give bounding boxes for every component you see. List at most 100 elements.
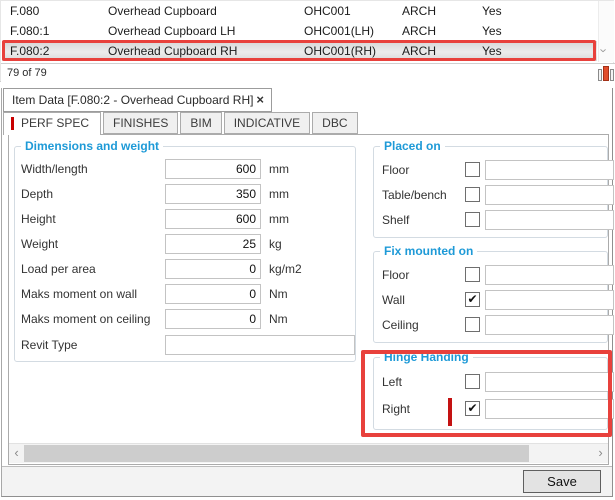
field-row: Weight kg xyxy=(21,234,351,254)
checkbox-label: Left xyxy=(382,375,402,389)
placed-floor-field[interactable] xyxy=(485,160,614,180)
cell-flag: Yes xyxy=(482,21,502,41)
tab-perf-spec[interactable]: PERF SPEC xyxy=(3,112,101,135)
checkbox-row: Left xyxy=(382,372,602,392)
placed-shelf-checkbox[interactable] xyxy=(465,212,480,227)
checkbox-label: Wall xyxy=(382,293,405,307)
table-row[interactable]: F.080:1 Overhead Cupboard LH OHC001(LH) … xyxy=(2,21,597,41)
field-row: Height mm xyxy=(21,209,351,229)
table-row-selected[interactable]: F.080:2 Overhead Cupboard RH OHC001(RH) … xyxy=(2,41,597,61)
book-icon-right xyxy=(610,69,614,81)
vertical-scrollbar[interactable]: › xyxy=(598,1,614,62)
save-button[interactable]: Save xyxy=(523,470,601,493)
checkbox-row: Right xyxy=(382,399,602,419)
subtab-bar: PERF SPEC FINISHES BIM INDICATIVE DBC xyxy=(3,112,360,135)
moment-ceiling-input[interactable] xyxy=(165,309,261,329)
checkbox-label: Floor xyxy=(382,163,409,177)
doc-tab-title: Item Data [F.080:2 - Overhead Cupboard R… xyxy=(12,93,253,107)
field-label: Depth xyxy=(21,187,53,201)
field-row: Load per area kg/m2 xyxy=(21,259,351,279)
group-title: Dimensions and weight xyxy=(21,139,163,153)
unit-label: kg/m2 xyxy=(269,262,302,276)
scroll-right-icon[interactable]: › xyxy=(593,444,608,463)
perf-spec-content: Dimensions and weight Width/length mm De… xyxy=(8,134,609,465)
placed-shelf-field[interactable] xyxy=(485,210,614,230)
field-row: Depth mm xyxy=(21,184,351,204)
field-label: Maks moment on wall xyxy=(21,287,137,301)
table-row[interactable]: F.080 Overhead Cupboard OHC001 ARCH Yes xyxy=(2,1,597,21)
tab-dbc[interactable]: DBC xyxy=(312,112,357,134)
cell-discipline: ARCH xyxy=(402,21,436,41)
record-count: 79 of 79 xyxy=(7,67,47,79)
unit-label: mm xyxy=(269,212,289,226)
moment-wall-input[interactable] xyxy=(165,284,261,304)
fix-wall-field[interactable] xyxy=(485,290,614,310)
placed-table-bench-field[interactable] xyxy=(485,185,614,205)
fix-ceiling-field[interactable] xyxy=(485,315,614,335)
tab-bim[interactable]: BIM xyxy=(180,112,221,134)
book-icon[interactable] xyxy=(598,65,614,82)
hinge-right-checkbox[interactable] xyxy=(465,401,480,416)
height-input[interactable] xyxy=(165,209,261,229)
cell-code: F.080 xyxy=(10,1,39,21)
unit-label: kg xyxy=(269,237,282,251)
cell-name: Overhead Cupboard LH xyxy=(108,21,235,41)
checkbox-label: Right xyxy=(382,402,410,416)
checkbox-label: Shelf xyxy=(382,213,409,227)
cell-code: F.080:2 xyxy=(10,41,49,61)
revit-type-input[interactable] xyxy=(165,335,355,355)
item-data-panel: Item Data [F.080:2 - Overhead Cupboard R… xyxy=(1,88,613,497)
book-icon-left xyxy=(598,69,602,81)
width-length-input[interactable] xyxy=(165,159,261,179)
status-bar: 79 of 79 xyxy=(1,63,615,83)
field-label: Maks moment on ceiling xyxy=(21,312,150,326)
field-label: Revit Type xyxy=(21,338,77,352)
scroll-left-icon[interactable]: ‹ xyxy=(9,444,24,463)
annotation-marker-right-checkbox xyxy=(448,398,452,426)
close-icon[interactable]: × xyxy=(256,89,264,111)
chevron-down-icon[interactable]: › xyxy=(597,48,612,52)
scrollbar-thumb[interactable] xyxy=(24,445,529,462)
cell-discipline: ARCH xyxy=(402,41,436,61)
group-hinge-handing: Hinge Handing Left Right xyxy=(373,357,608,430)
cell-product: OHC001 xyxy=(304,1,351,21)
fix-ceiling-checkbox[interactable] xyxy=(465,317,480,332)
group-fix-mounted-on: Fix mounted on Floor Wall Ceiling xyxy=(373,251,608,343)
cell-flag: Yes xyxy=(482,41,502,61)
cell-code: F.080:1 xyxy=(10,21,49,41)
hinge-left-checkbox[interactable] xyxy=(465,374,480,389)
hinge-right-field[interactable] xyxy=(485,399,614,419)
unit-label: mm xyxy=(269,187,289,201)
checkbox-label: Table/bench xyxy=(382,188,447,202)
checkbox-row: Floor xyxy=(382,160,602,180)
item-data-doc-tab[interactable]: Item Data [F.080:2 - Overhead Cupboard R… xyxy=(3,88,272,112)
hinge-left-field[interactable] xyxy=(485,372,614,392)
placed-floor-checkbox[interactable] xyxy=(465,162,480,177)
cell-product: OHC001(LH) xyxy=(304,21,374,41)
fix-floor-field[interactable] xyxy=(485,265,614,285)
field-row: Maks moment on ceiling Nm xyxy=(21,309,351,329)
group-title: Placed on xyxy=(380,139,445,153)
cell-name: Overhead Cupboard RH xyxy=(108,41,237,61)
checkbox-label: Floor xyxy=(382,268,409,282)
fix-floor-checkbox[interactable] xyxy=(465,267,480,282)
depth-input[interactable] xyxy=(165,184,261,204)
unit-label: mm xyxy=(269,162,289,176)
tab-finishes[interactable]: FINISHES xyxy=(103,112,178,134)
checkbox-row: Shelf xyxy=(382,210,602,230)
checkbox-row: Wall xyxy=(382,290,602,310)
field-row: Width/length mm xyxy=(21,159,351,179)
fix-wall-checkbox[interactable] xyxy=(465,292,480,307)
tab-indicative[interactable]: INDICATIVE xyxy=(224,112,310,134)
group-placed-on: Placed on Floor Table/bench Shelf xyxy=(373,146,608,238)
load-per-area-input[interactable] xyxy=(165,259,261,279)
item-list-panel: F.080 Overhead Cupboard OHC001 ARCH Yes … xyxy=(0,0,614,82)
weight-input[interactable] xyxy=(165,234,261,254)
book-icon-center xyxy=(603,66,609,81)
placed-table-bench-checkbox[interactable] xyxy=(465,187,480,202)
cell-name: Overhead Cupboard xyxy=(108,1,217,21)
group-dimensions-and-weight: Dimensions and weight Width/length mm De… xyxy=(14,146,356,362)
horizontal-scrollbar[interactable]: ‹ › xyxy=(9,443,608,463)
group-title: Fix mounted on xyxy=(380,244,477,258)
field-row: Revit Type xyxy=(21,335,351,355)
